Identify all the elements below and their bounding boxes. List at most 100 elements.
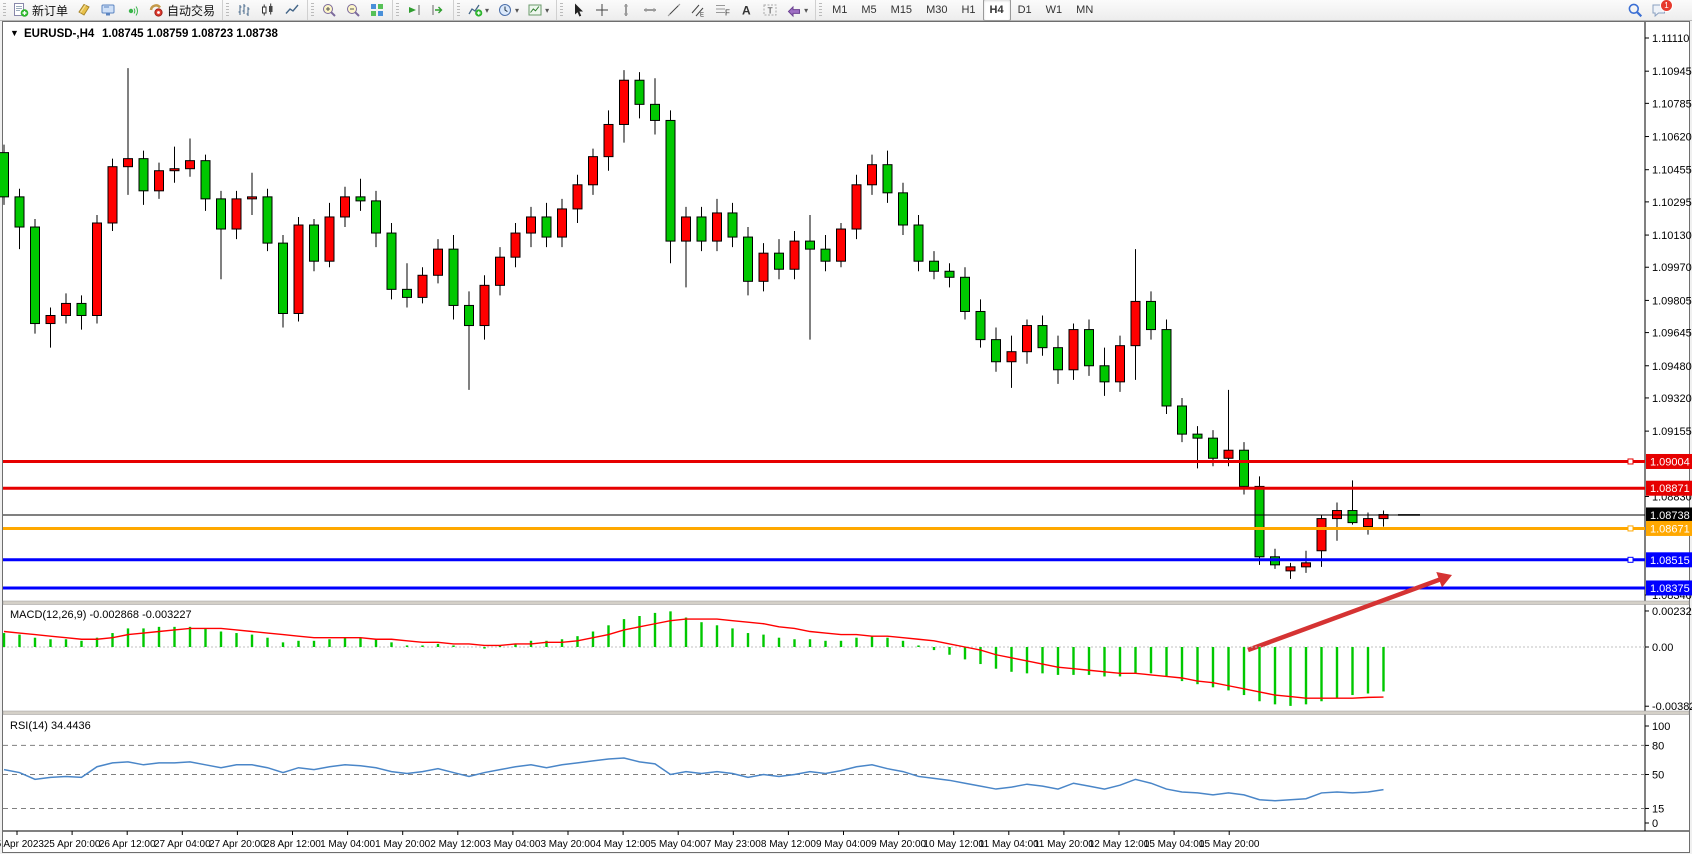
chat-button[interactable]: 1 <box>1647 0 1684 20</box>
timeframe-h4[interactable]: H4 <box>983 0 1011 21</box>
candle-body <box>155 171 164 191</box>
macd-axis-label: 0.00 <box>1652 642 1673 654</box>
toolbar-group-0: 新订单 自动交易 <box>0 0 222 20</box>
candlestick-chart-button[interactable] <box>256 0 280 20</box>
chart-shift-button[interactable] <box>426 0 450 20</box>
chevron-down-icon: ▾ <box>515 6 519 15</box>
timeframe-m15[interactable]: M15 <box>884 0 919 21</box>
candle-body <box>1147 301 1156 329</box>
horizontal-line-icon <box>642 2 658 18</box>
timeframe-m5-label: M5 <box>861 4 876 16</box>
toolbar-group-5: E F AT▾ <box>556 0 815 20</box>
candle-body <box>1069 330 1078 370</box>
candle-body <box>806 241 815 249</box>
text-label-icon: T <box>762 2 778 18</box>
candle-body <box>899 193 908 225</box>
candle-body <box>186 161 195 169</box>
text-button[interactable]: A <box>734 0 758 20</box>
arrows-icon <box>786 2 802 18</box>
candle-body <box>1209 438 1218 458</box>
candle-body <box>434 249 443 275</box>
periods-icon <box>497 2 513 18</box>
trendline-button[interactable] <box>662 0 686 20</box>
timeframe-m30[interactable]: M30 <box>919 0 954 21</box>
toolbar-grip <box>819 3 822 17</box>
indicators-button[interactable]: ▾ <box>463 0 493 20</box>
support-line-1-handle[interactable] <box>1628 557 1633 562</box>
timeframe-h1[interactable]: H1 <box>954 0 982 21</box>
timeframe-m30-label: M30 <box>926 4 947 16</box>
candle-body <box>1100 366 1109 382</box>
candle-body <box>1255 486 1264 556</box>
timeframe-h4-label: H4 <box>990 4 1004 16</box>
candle-body <box>976 311 985 339</box>
candle-body <box>310 225 319 261</box>
candle-body <box>1224 450 1233 458</box>
candle-body <box>15 197 24 227</box>
price-tick-label: 1.09480 <box>1652 361 1692 373</box>
candle-body <box>883 165 892 193</box>
horizontal-line-button[interactable] <box>638 0 662 20</box>
pane-splitter-2[interactable] <box>3 711 1689 715</box>
timeframe-m1[interactable]: M1 <box>825 0 854 21</box>
trendline-icon <box>666 2 682 18</box>
toolbar-grip <box>457 3 460 17</box>
vertical-line-button[interactable] <box>614 0 638 20</box>
time-axis-label: 1 May 20:00 <box>375 839 430 850</box>
toolbar-grip <box>3 3 6 17</box>
macd-axis-label: -0.00382 <box>1652 701 1692 713</box>
toolbar-group-6: M1 M5 M15 M30 H1 H4 D1W1MN <box>815 0 1103 20</box>
time-axis-label: 9 May 20:00 <box>871 839 926 850</box>
svg-text:F: F <box>725 9 730 18</box>
price-tick-label: 1.10785 <box>1652 98 1692 110</box>
time-axis-label: 10 May 12:00 <box>923 839 984 850</box>
search-button[interactable] <box>1623 0 1647 20</box>
time-axis-label: 5 May 04:00 <box>651 839 706 850</box>
line-chart-button[interactable] <box>280 0 304 20</box>
timeframe-d1[interactable]: D1 <box>1011 0 1039 21</box>
time-axis-label: 8 May 12:00 <box>761 839 816 850</box>
tile-windows-button[interactable] <box>365 0 389 20</box>
fibonacci-button[interactable]: F <box>710 0 734 20</box>
resistance-line-1-handle[interactable] <box>1628 459 1633 464</box>
cursor-button[interactable] <box>566 0 590 20</box>
collapse-ohlc-icon[interactable]: ▼ <box>10 28 19 38</box>
time-axis-label: 27 Apr 20:00 <box>209 839 266 850</box>
text-label-button[interactable]: T <box>758 0 782 20</box>
time-axis-label: 2 May 12:00 <box>430 839 485 850</box>
bar-chart-button[interactable] <box>232 0 256 20</box>
timeframe-w1[interactable]: W1 <box>1039 0 1070 21</box>
crosshair-button[interactable] <box>590 0 614 20</box>
auto-scroll-button[interactable] <box>402 0 426 20</box>
autotrading-button-label: 自动交易 <box>167 2 215 19</box>
periods-button[interactable]: ▾ <box>493 0 523 20</box>
market-watch-button[interactable] <box>96 0 120 20</box>
timeframe-mn[interactable]: MN <box>1069 0 1100 21</box>
zoom-out-button[interactable] <box>341 0 365 20</box>
zoom-in-button[interactable] <box>317 0 341 20</box>
equidistant-channel-button[interactable]: E <box>686 0 710 20</box>
fibonacci-icon: F <box>714 2 730 18</box>
metaeditor-button[interactable] <box>72 0 96 20</box>
autotrading-button[interactable]: 自动交易 <box>144 0 219 20</box>
pivot-line-handle[interactable] <box>1628 526 1633 531</box>
signals-button[interactable] <box>120 0 144 20</box>
time-axis-label: 25 Apr 20:00 <box>44 839 101 850</box>
templates-button[interactable]: ▾ <box>523 0 553 20</box>
candle-body <box>465 305 474 325</box>
candle-body <box>1038 326 1047 348</box>
candle-body <box>418 275 427 297</box>
arrows-button[interactable]: ▾ <box>782 0 812 20</box>
timeframe-m1-label: M1 <box>832 4 847 16</box>
price-tick-label: 1.09320 <box>1652 393 1692 405</box>
chart-shift-icon <box>430 2 446 18</box>
pane-splitter-1[interactable] <box>3 601 1689 605</box>
candle-body <box>248 197 257 199</box>
candle-body <box>1286 567 1295 571</box>
timeframe-m5[interactable]: M5 <box>854 0 883 21</box>
price-tick-label: 1.10295 <box>1652 197 1692 209</box>
new-order-button[interactable]: 新订单 <box>9 0 72 20</box>
pivot-line-badge-label: 1.08671 <box>1650 523 1690 535</box>
time-axis-label: 26 Apr 12:00 <box>99 839 156 850</box>
svg-text:A: A <box>742 4 751 18</box>
